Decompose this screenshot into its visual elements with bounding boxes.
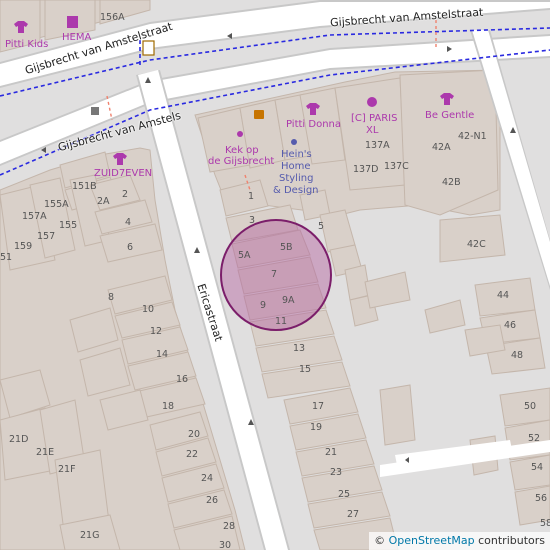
- house-number: 2A: [97, 196, 110, 207]
- poi-label-kek-line2[interactable]: de Gijsbrecht: [208, 157, 274, 167]
- house-number: 9: [260, 300, 267, 311]
- house-number: 46: [504, 320, 517, 331]
- house-number: 21D: [9, 434, 29, 445]
- house-number: 42A: [432, 142, 451, 153]
- house-number: 9A: [282, 295, 295, 306]
- house-number: 25: [338, 489, 351, 500]
- house-number: 50: [524, 401, 537, 412]
- house-number: 155A: [44, 199, 69, 210]
- house-number: 13: [293, 343, 306, 354]
- house-number: 21G: [80, 530, 100, 541]
- house-number: 137C: [384, 161, 409, 172]
- house-number: 157: [37, 231, 56, 242]
- house-number: 4: [125, 217, 132, 228]
- house-number: 137A: [365, 140, 390, 151]
- house-number: 19: [310, 422, 323, 433]
- house-number: 155: [59, 220, 78, 231]
- house-number: 20: [188, 429, 201, 440]
- house-number: 48: [511, 350, 524, 361]
- house-number: 5: [318, 221, 325, 232]
- house-number: 23: [330, 467, 343, 478]
- poi-label-pitti-donna[interactable]: Pitti Donna: [286, 120, 341, 130]
- house-number: 156A: [100, 12, 125, 23]
- house-number: 58: [540, 518, 550, 529]
- house-number: 26: [206, 495, 219, 506]
- house-number: 12: [150, 326, 163, 337]
- house-number: 16: [176, 374, 189, 385]
- poi-label-zuid7even[interactable]: ZUID7EVEN: [94, 169, 152, 179]
- map-view[interactable]: Gijsbrecht van Amstelstraat Gijsbrecht v…: [0, 0, 550, 550]
- shop-bag-icon: [67, 16, 78, 28]
- house-number: 21: [325, 447, 338, 458]
- house-number: 14: [156, 349, 169, 360]
- house-number: 6: [127, 242, 134, 253]
- house-number: 42C: [467, 239, 486, 250]
- house-number: 137D: [353, 164, 379, 175]
- openstreetmap-link[interactable]: OpenStreetMap: [389, 534, 475, 547]
- house-number: 30: [219, 540, 232, 550]
- house-number: 11: [275, 316, 288, 327]
- house-number: 21F: [58, 464, 76, 475]
- house-number: 52: [528, 433, 541, 444]
- house-number: 28: [223, 521, 236, 532]
- house-number: 2: [122, 189, 129, 200]
- poi-label-heins-line3[interactable]: Styling: [279, 174, 313, 184]
- house-number: 157A: [22, 211, 47, 222]
- house-number: 27: [347, 509, 360, 520]
- house-number: 17: [312, 401, 325, 412]
- poi-label-hema[interactable]: HEMA: [62, 33, 91, 43]
- house-number: 3: [249, 215, 256, 226]
- house-number: 56: [535, 493, 548, 504]
- poi-label-kek-line1[interactable]: Kek op: [225, 146, 259, 156]
- house-number: 15: [299, 364, 312, 375]
- attribution-suffix: contributors: [474, 534, 545, 547]
- poi-label-pitti-kids[interactable]: Pitti Kids: [5, 40, 48, 50]
- house-number: 44: [497, 290, 510, 301]
- shop-dot-icon: [237, 131, 243, 137]
- house-number: 1: [248, 191, 255, 202]
- house-number: 5B: [280, 242, 293, 253]
- poi-label-heins-line4[interactable]: & Design: [273, 186, 319, 196]
- house-number: 8: [108, 292, 115, 303]
- house-number: 42B: [442, 177, 461, 188]
- house-number: 51: [0, 252, 13, 263]
- house-number: 21E: [36, 447, 55, 458]
- house-number: 22: [186, 449, 199, 460]
- waste-basket-icon: [91, 107, 99, 115]
- poi-label-c-paris-line1[interactable]: [C] PARIS: [351, 114, 397, 124]
- house-number: 42-N1: [458, 131, 487, 142]
- house-number: 159: [14, 241, 33, 252]
- bookshop-icon: [142, 40, 155, 56]
- map-attribution: © OpenStreetMap contributors: [369, 532, 550, 550]
- poi-label-heins-line2[interactable]: Home: [281, 162, 311, 172]
- poi-label-c-paris-line2[interactable]: XL: [366, 126, 378, 136]
- poi-label-be-gentle[interactable]: Be Gentle: [425, 111, 474, 121]
- house-number: 24: [201, 473, 214, 484]
- shop-dot-icon: [291, 139, 297, 145]
- house-number: 54: [531, 462, 544, 473]
- house-number: 10: [142, 304, 155, 315]
- perfume-icon: [367, 97, 377, 107]
- house-number: 18: [162, 401, 175, 412]
- house-number: 5A: [238, 250, 251, 261]
- poi-label-heins-line1[interactable]: Hein's: [281, 150, 312, 160]
- copyright-symbol: ©: [374, 534, 386, 547]
- house-number: 7: [271, 269, 278, 280]
- house-number: 151B: [72, 181, 97, 192]
- cafe-icon: [254, 110, 264, 119]
